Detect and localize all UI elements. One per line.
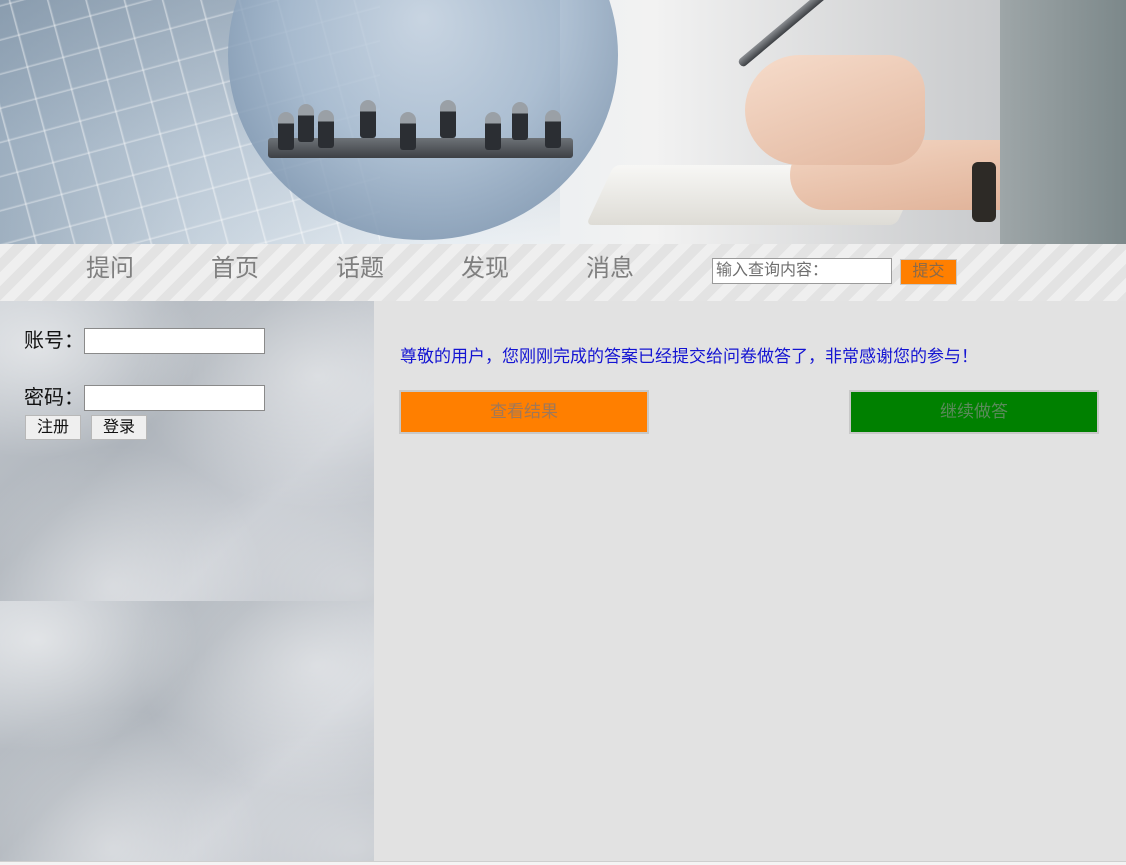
account-field[interactable] [84,328,265,354]
banner-figure [278,112,294,150]
banner-figure [545,110,561,148]
banner-figure [318,110,334,148]
register-button[interactable]: 注册 [25,415,81,440]
banner-figure [360,100,376,138]
nav-item-discover[interactable]: 发现 [461,252,509,286]
nav-item-ask[interactable]: 提问 [86,252,134,286]
search-input[interactable] [712,258,892,284]
banner-figure [440,100,456,138]
account-label: 账号： [24,330,84,352]
nav-item-home[interactable]: 首页 [211,252,259,286]
login-button[interactable]: 登录 [91,415,147,440]
view-results-button[interactable]: 查看结果 [399,390,649,434]
nav-item-messages[interactable]: 消息 [586,252,634,286]
password-label: 密码： [24,387,84,409]
banner-meeting-table [268,138,573,158]
submission-thanks-message: 尊敬的用户，您刚刚完成的答案已经提交给问卷做答了，非常感谢您的参与！ [400,347,978,367]
continue-answering-button[interactable]: 继续做答 [849,390,1099,434]
nav-bar [0,244,1126,301]
banner-figure [512,102,528,140]
nav-item-topics[interactable]: 话题 [336,252,384,286]
header-banner-image [0,0,1126,244]
main-content [374,301,1126,861]
sidebar-background-bottom [0,601,374,861]
banner-hand [745,55,925,165]
search-submit-button[interactable]: 提交 [900,259,957,285]
page-bottom-border [0,861,1126,865]
banner-sleeve [1000,0,1126,244]
password-field[interactable] [84,385,265,411]
banner-figure [485,112,501,150]
banner-figure [298,104,314,142]
banner-figure [400,112,416,150]
banner-watch [972,162,996,222]
